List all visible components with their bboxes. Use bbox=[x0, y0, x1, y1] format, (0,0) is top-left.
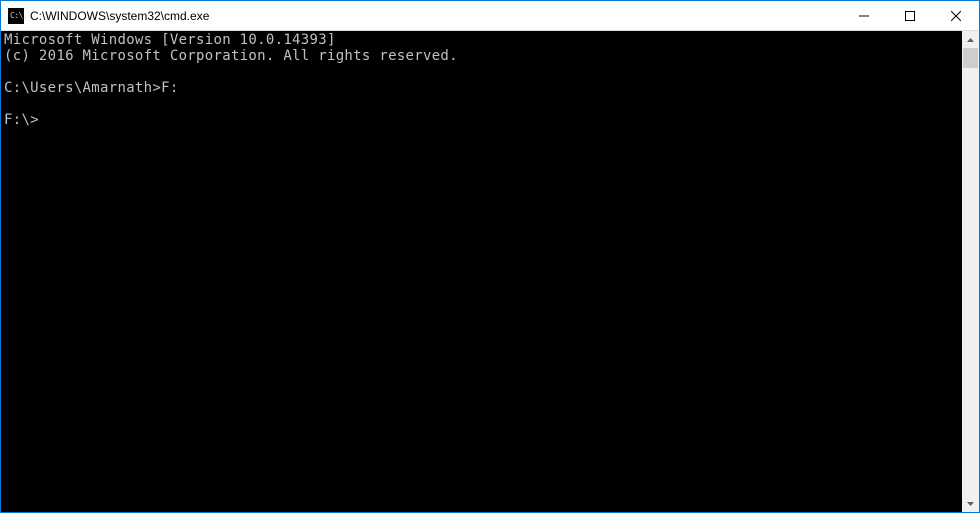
vertical-scrollbar[interactable] bbox=[962, 31, 979, 512]
scroll-track[interactable] bbox=[962, 48, 979, 495]
terminal-prompt: C:\Users\Amarnath> bbox=[4, 80, 161, 96]
terminal-line: Microsoft Windows [Version 10.0.14393] bbox=[4, 32, 336, 48]
scroll-up-button[interactable] bbox=[962, 31, 979, 48]
window-title: C:\WINDOWS\system32\cmd.exe bbox=[30, 9, 841, 23]
terminal-line: (c) 2016 Microsoft Corporation. All righ… bbox=[4, 48, 458, 64]
window-controls bbox=[841, 1, 979, 30]
close-icon bbox=[951, 11, 961, 21]
window-frame: C:\. C:\WINDOWS\system32\cmd.exe bbox=[0, 0, 980, 513]
app-icon: C:\. bbox=[8, 8, 24, 24]
chevron-up-icon bbox=[967, 38, 974, 42]
maximize-icon bbox=[905, 11, 915, 21]
terminal-command: F: bbox=[161, 80, 178, 96]
scroll-thumb[interactable] bbox=[963, 48, 978, 68]
minimize-icon bbox=[859, 11, 869, 21]
close-button[interactable] bbox=[933, 1, 979, 30]
terminal-output[interactable]: Microsoft Windows [Version 10.0.14393] (… bbox=[1, 31, 962, 512]
scroll-down-button[interactable] bbox=[962, 495, 979, 512]
app-icon-glyph: C:\. bbox=[10, 12, 27, 19]
client-area: Microsoft Windows [Version 10.0.14393] (… bbox=[1, 31, 979, 512]
terminal-prompt: F:\> bbox=[4, 112, 39, 128]
titlebar[interactable]: C:\. C:\WINDOWS\system32\cmd.exe bbox=[1, 1, 979, 31]
chevron-down-icon bbox=[967, 502, 974, 506]
minimize-button[interactable] bbox=[841, 1, 887, 30]
maximize-button[interactable] bbox=[887, 1, 933, 30]
